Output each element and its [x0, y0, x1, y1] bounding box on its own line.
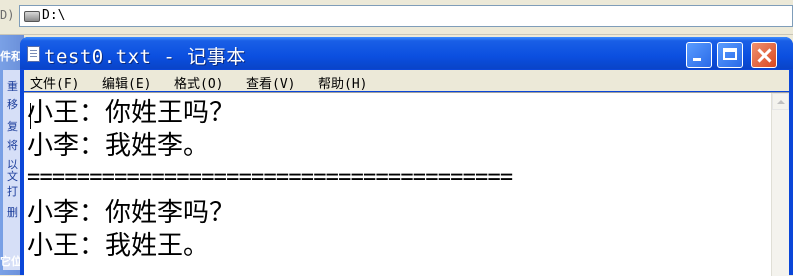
address-input[interactable]: D:\: [19, 5, 793, 27]
task-item-rename[interactable]: 重: [7, 78, 18, 94]
close-button[interactable]: [751, 42, 777, 68]
task-item-copy[interactable]: 复: [7, 118, 18, 134]
text-line-2: 小李：我姓李。: [27, 131, 210, 161]
address-label: D): [0, 8, 15, 22]
address-value: D:\: [42, 8, 66, 23]
editor-content[interactable]: 小王：你姓王吗？ 小李：我姓李。 =======================…: [27, 96, 757, 274]
task-pane-header[interactable]: 件和: [0, 48, 22, 64]
notepad-title-bar[interactable]: test0.txt - 记事本: [20, 37, 793, 69]
vertical-scrollbar[interactable]: [771, 93, 789, 276]
explorer-address-row: D) D:\: [0, 0, 793, 35]
task-pane-footer[interactable]: 它位: [0, 253, 22, 269]
notepad-window: test0.txt - 记事本 文件(F) 编辑(E) 格式(O) 查看(V) …: [20, 37, 793, 276]
menu-file[interactable]: 文件(F): [30, 73, 79, 92]
notepad-icon[interactable]: [27, 46, 40, 62]
minimize-button[interactable]: [686, 42, 712, 68]
task-item-publish[interactable]: 将: [7, 137, 18, 153]
menu-view[interactable]: 查看(V): [246, 73, 295, 92]
scroll-up-arrow-icon[interactable]: [772, 93, 789, 110]
task-item-file[interactable]: 文: [7, 168, 18, 184]
menu-help[interactable]: 帮助(H): [318, 73, 367, 92]
text-line-4: 小李：你姓李吗？: [27, 198, 236, 228]
menu-format[interactable]: 格式(O): [174, 73, 223, 92]
menu-bar: 文件(F) 编辑(E) 格式(O) 查看(V) 帮助(H): [24, 70, 789, 92]
task-item-delete[interactable]: 删: [7, 204, 18, 220]
maximize-button[interactable]: [717, 42, 743, 68]
drive-icon: [24, 11, 40, 22]
text-line-5: 小王：我姓王。: [27, 231, 210, 261]
window-title: test0.txt - 记事本: [44, 46, 246, 68]
text-line-1: 小王：你姓王吗？: [27, 98, 236, 128]
menu-edit[interactable]: 编辑(E): [102, 73, 151, 92]
task-item-move[interactable]: 移: [7, 96, 18, 112]
task-item-print[interactable]: 打: [7, 183, 18, 199]
separator-line: =======================================: [27, 165, 513, 190]
text-editor-area[interactable]: 小王：你姓王吗？ 小李：我姓李。 =======================…: [24, 92, 789, 276]
